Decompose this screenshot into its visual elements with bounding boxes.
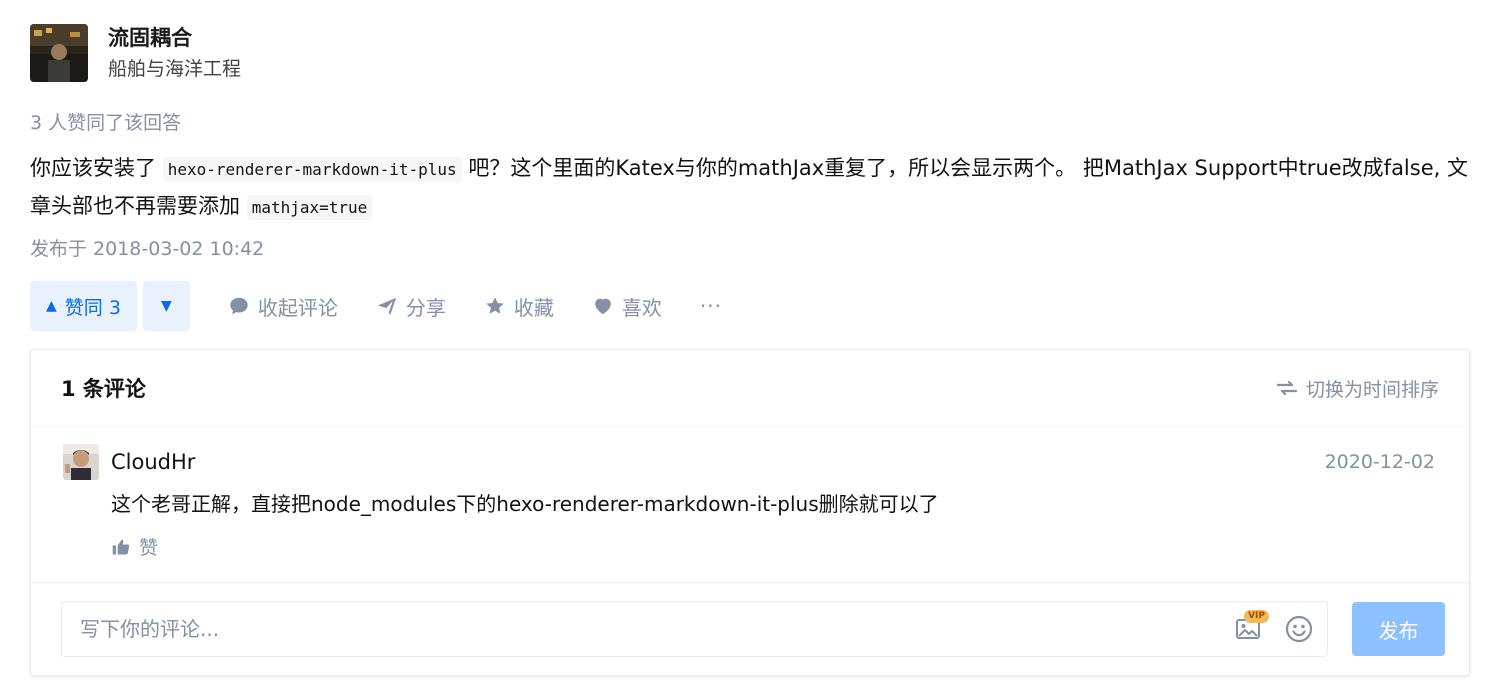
inline-code: hexo-renderer-markdown-it-plus [162,157,462,182]
like-label: 喜欢 [621,295,662,320]
collapse-comments-button[interactable]: 收起评论 [228,292,338,321]
answer-action-bar: ▲ 赞同 3 ▼ 收起评论 分享 收藏 喜欢 ··· [30,281,722,331]
submit-comment-button[interactable]: 发布 [1352,602,1445,656]
favorite-button[interactable]: 收藏 [484,292,554,321]
share-button[interactable]: 分享 [376,292,446,321]
publish-time[interactable]: 发布于 2018-03-02 10:42 [30,234,264,264]
comment-input[interactable] [62,602,1212,656]
like-button[interactable]: 喜欢 [592,292,662,321]
heart-icon [595,298,611,315]
share-label: 分享 [405,295,446,320]
comment-like-button[interactable]: 赞 [111,533,158,560]
sort-toggle-label: 切换为时间排序 [1305,378,1439,401]
author-name[interactable]: 流固耦合 [108,24,241,52]
paper-plane-icon [377,297,397,316]
collapse-comments-label: 收起评论 [257,295,338,320]
commenter-avatar[interactable] [63,444,99,480]
answer-content: 你应该安装了 hexo-renderer-markdown-it-plus 吧？… [30,150,1470,226]
comment-item: CloudHr 2020-12-02 这个老哥正解，直接把node_module… [31,427,1469,583]
more-menu-button[interactable]: ··· [700,294,722,318]
favorite-label: 收藏 [513,295,554,320]
comment-date: 2020-12-02 [1324,451,1435,473]
commenter-name[interactable]: CloudHr [111,447,195,477]
author-block: 流固耦合 船舶与海洋工程 [30,24,241,84]
vote-up-label: 赞同 3 [64,296,121,319]
voters-count[interactable]: 3 人赞同了该回答 [30,108,181,138]
insert-image-button[interactable]: VIP [1235,610,1269,644]
star-icon [486,297,504,314]
comments-panel: 1 条评论 切换为时间排序 CloudHr 2020-12-02 这个老哥正解，… [30,349,1470,676]
comment-like-label: 赞 [139,537,159,559]
vote-down-button[interactable]: ▼ [142,281,190,331]
sort-toggle-button[interactable]: 切换为时间排序 [1276,375,1439,402]
swap-arrows-icon [1276,380,1298,396]
inline-code: mathjax=true [246,195,373,220]
comments-header: 1 条评论 切换为时间排序 [31,350,1469,427]
thumbs-up-icon [112,539,130,554]
triangle-down-icon: ▼ [161,298,172,314]
emoji-button[interactable] [1285,615,1313,643]
author-headline: 船舶与海洋工程 [108,58,242,80]
comments-count: 1 条评论 [61,377,146,401]
vote-up-button[interactable]: ▲ 赞同 3 [30,281,137,331]
comment-editor: VIP [61,601,1328,657]
comment-bubble-icon [230,297,248,315]
vip-badge: VIP [1244,610,1269,623]
author-avatar[interactable] [30,24,88,82]
smiley-icon [1285,615,1313,643]
answer-text: 你应该安装了 [30,156,163,180]
comment-text: 这个老哥正解，直接把node_modules下的hexo-renderer-ma… [111,492,939,516]
triangle-up-icon: ▲ [46,298,57,314]
